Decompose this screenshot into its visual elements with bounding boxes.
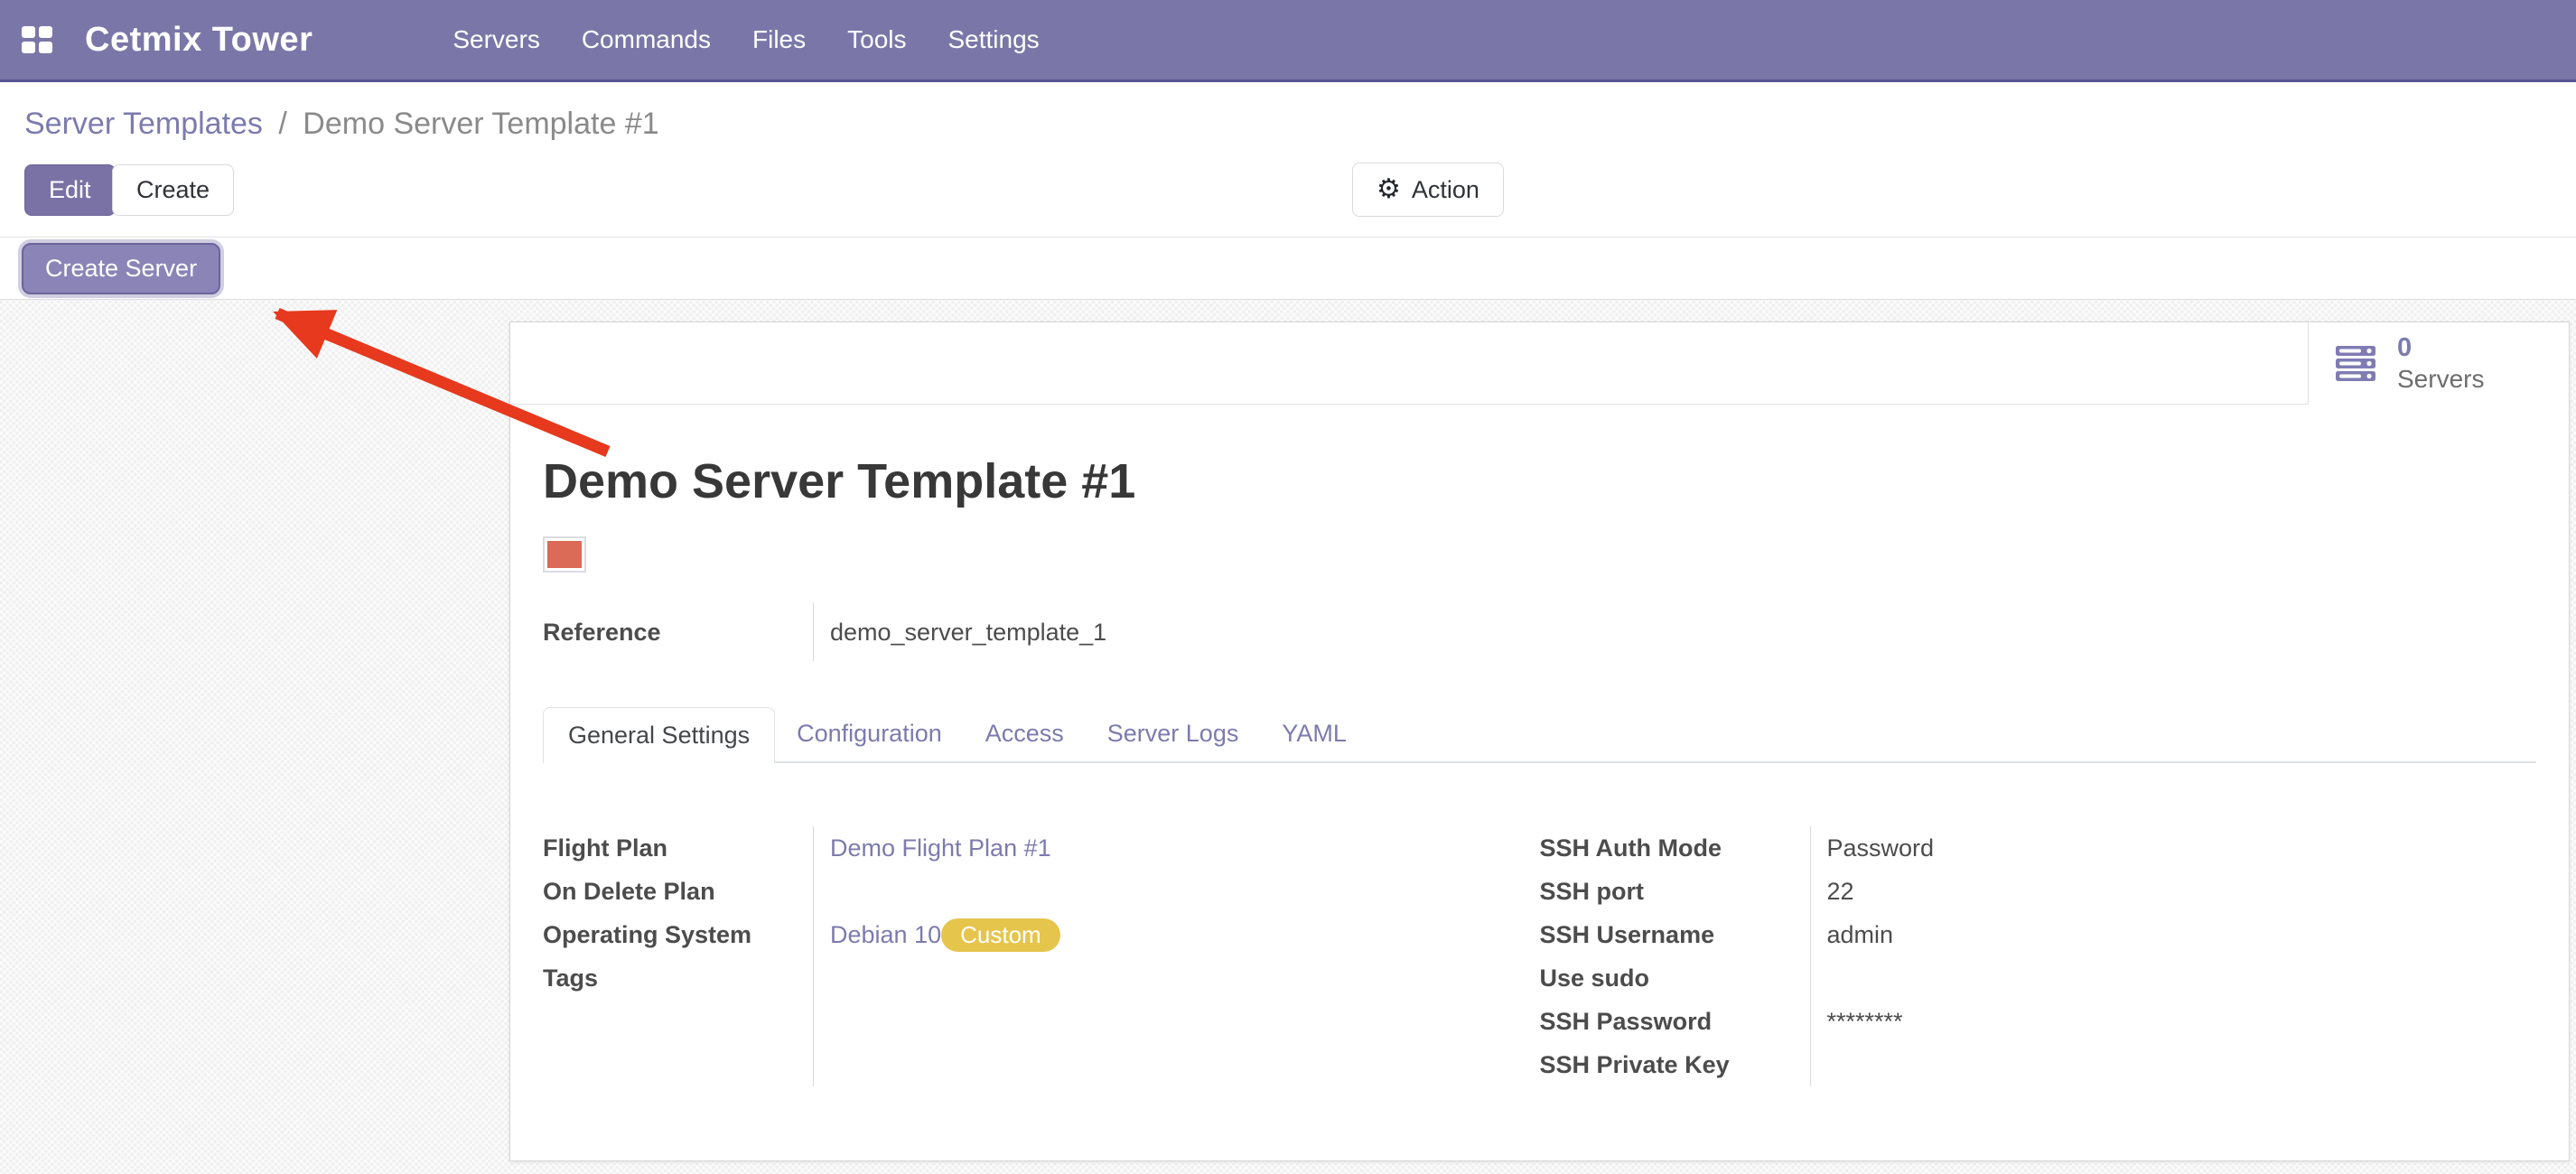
operating-system-label: Operating System	[543, 913, 813, 956]
menu-servers[interactable]: Servers	[453, 25, 539, 54]
flight-plan-label: Flight Plan	[543, 826, 813, 870]
field-group-right: SSH Auth Mode SSH port SSH Username Use …	[1540, 826, 2537, 1086]
field-groups: Flight Plan On Delete Plan Operating Sys…	[543, 826, 2536, 1086]
ssh-password-label: SSH Password	[1540, 1000, 1810, 1043]
color-swatch[interactable]	[543, 536, 586, 573]
field-group-left: Flight Plan On Delete Plan Operating Sys…	[543, 826, 1540, 1086]
content-area: 0 Servers Demo Server Template #1 Refere…	[0, 300, 2576, 1174]
reference-field-row: Reference demo_server_template_1	[543, 603, 2536, 661]
menu-settings[interactable]: Settings	[948, 25, 1040, 54]
reference-value: demo_server_template_1	[813, 603, 1106, 661]
servers-count-label: Servers	[2397, 364, 2484, 395]
ssh-password-value: ********	[1827, 1000, 2537, 1043]
breadcrumb: Server Templates / Demo Server Template …	[24, 107, 659, 142]
ssh-private-key-value	[1827, 1043, 2537, 1086]
action-button-label: Action	[1412, 176, 1479, 204]
gear-icon: ⚙	[1377, 176, 1401, 203]
ssh-auth-mode-label: SSH Auth Mode	[1540, 826, 1810, 870]
ssh-auth-mode-value: Password	[1827, 826, 2537, 870]
ssh-username-value: admin	[1827, 913, 2537, 956]
app-window: Cetmix Tower Servers Commands Files Tool…	[0, 0, 2576, 1174]
statusbar: Create Server	[0, 237, 2576, 300]
servers-stat-button[interactable]: 0 Servers	[2308, 322, 2569, 405]
use-sudo-value	[1827, 956, 2537, 1000]
breadcrumb-current: Demo Server Template #1	[303, 107, 658, 141]
color-swatch-fill	[547, 541, 582, 568]
tags-label: Tags	[543, 956, 813, 1000]
ssh-private-key-label: SSH Private Key	[1540, 1043, 1810, 1086]
notebook-tabs: General Settings Configuration Access Se…	[543, 706, 2536, 763]
breadcrumb-separator: /	[271, 107, 294, 141]
brand-title[interactable]: Cetmix Tower	[85, 21, 313, 60]
menu-tools[interactable]: Tools	[847, 25, 906, 54]
tab-server-logs[interactable]: Server Logs	[1086, 706, 1261, 761]
tab-yaml[interactable]: YAML	[1260, 706, 1368, 761]
flight-plan-value[interactable]: Demo Flight Plan #1	[830, 834, 1051, 862]
ssh-username-label: SSH Username	[1540, 913, 1810, 956]
form-sheet: 0 Servers Demo Server Template #1 Refere…	[509, 321, 2570, 1161]
top-navbar: Cetmix Tower Servers Commands Files Tool…	[0, 0, 2576, 82]
server-rack-icon	[2336, 346, 2377, 382]
sheet-body: Demo Server Template #1 Reference demo_s…	[510, 453, 2569, 1086]
action-button[interactable]: ⚙ Action	[1352, 163, 1504, 217]
tab-configuration[interactable]: Configuration	[775, 706, 964, 761]
ssh-port-label: SSH port	[1540, 870, 1810, 913]
on-delete-plan-value	[830, 870, 1540, 913]
apps-grid-icon[interactable]	[22, 26, 52, 53]
use-sudo-label: Use sudo	[1540, 956, 1810, 1000]
servers-count: 0	[2397, 332, 2484, 364]
menu-files[interactable]: Files	[752, 25, 806, 54]
control-panel: Server Templates / Demo Server Template …	[0, 85, 2576, 237]
create-button[interactable]: Create	[112, 164, 234, 216]
reference-label: Reference	[543, 619, 813, 647]
edit-button[interactable]: Edit	[24, 164, 116, 216]
tag-custom[interactable]: Custom	[941, 918, 1060, 952]
menu-commands[interactable]: Commands	[582, 25, 711, 54]
create-server-button[interactable]: Create Server	[22, 243, 220, 294]
operating-system-value[interactable]: Debian 10	[830, 921, 941, 949]
breadcrumb-parent-link[interactable]: Server Templates	[24, 107, 263, 141]
tab-access[interactable]: Access	[964, 706, 1086, 761]
record-title: Demo Server Template #1	[543, 453, 2536, 509]
on-delete-plan-label: On Delete Plan	[543, 870, 813, 913]
ssh-port-value: 22	[1827, 870, 2537, 913]
button-box-row: 0 Servers	[510, 322, 2569, 405]
main-menu: Servers Commands Files Tools Settings	[453, 25, 1039, 54]
tab-general-settings[interactable]: General Settings	[543, 707, 775, 763]
